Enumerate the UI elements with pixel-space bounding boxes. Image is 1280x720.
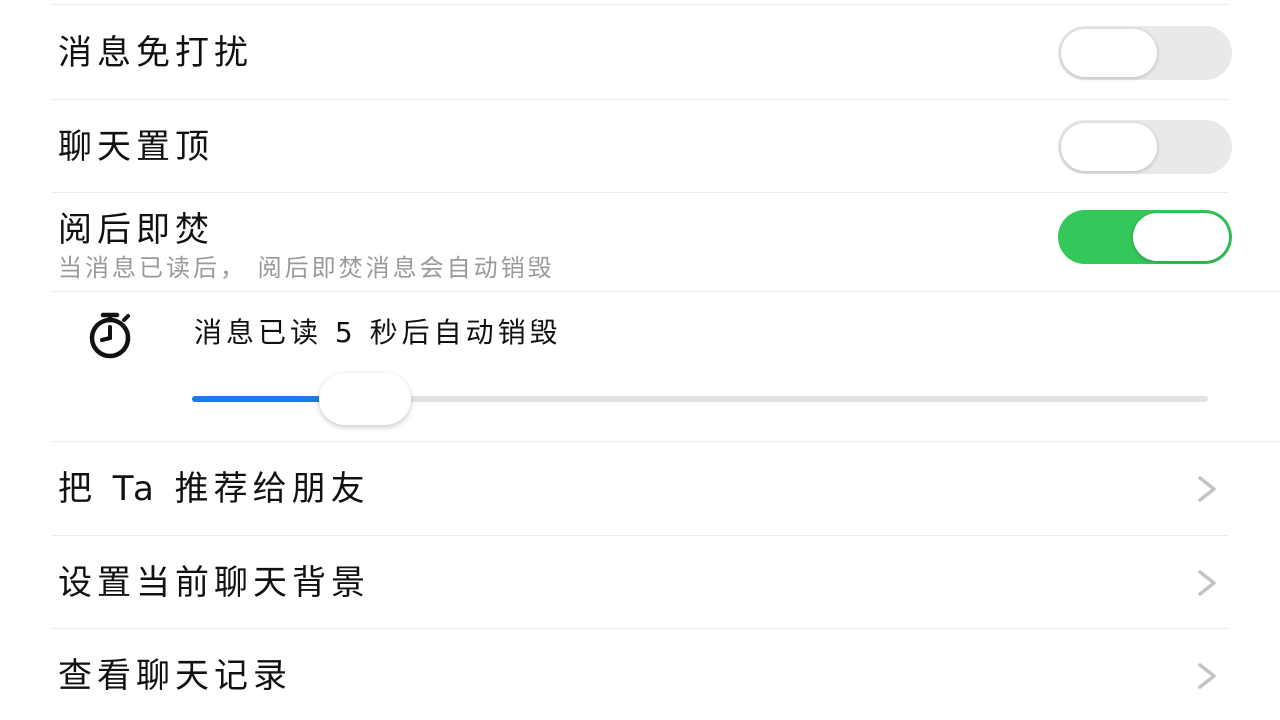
chat-settings-page: 消息免打扰 聊天置顶 阅后即焚 当消息已读后， 阅后即焚消息会自动销毁 消息已读… <box>0 0 1280 720</box>
toggle-knob <box>1061 123 1157 171</box>
divider <box>52 291 1280 292</box>
mute-toggle[interactable] <box>1058 26 1232 80</box>
burn-timer-text: 消息已读 5 秒后自动销毁 <box>194 316 562 349</box>
mute-label: 消息免打扰 <box>58 33 253 73</box>
chevron-right-icon <box>1198 663 1216 689</box>
divider <box>52 4 1228 5</box>
pin-toggle[interactable] <box>1058 120 1232 174</box>
divider <box>52 192 1228 193</box>
burn-toggle[interactable] <box>1058 210 1232 264</box>
recommend-label: 把 Ta 推荐给朋友 <box>58 469 370 509</box>
divider <box>52 535 1228 536</box>
divider <box>52 441 1280 442</box>
toggle-knob <box>1061 29 1157 77</box>
chevron-right-icon <box>1198 570 1216 596</box>
divider <box>52 99 1228 100</box>
burn-label: 阅后即焚 <box>58 210 214 250</box>
burn-description: 当消息已读后， 阅后即焚消息会自动销毁 <box>58 254 555 282</box>
stopwatch-icon <box>89 312 131 359</box>
toggle-knob <box>1133 213 1229 261</box>
burn-timer-slider[interactable] <box>192 373 1208 425</box>
divider <box>52 628 1228 629</box>
chat-history-label: 查看聊天记录 <box>58 656 292 696</box>
slider-thumb[interactable] <box>318 373 411 425</box>
chat-background-label: 设置当前聊天背景 <box>58 563 370 603</box>
chevron-right-icon <box>1198 476 1216 502</box>
pin-label: 聊天置顶 <box>58 127 214 167</box>
